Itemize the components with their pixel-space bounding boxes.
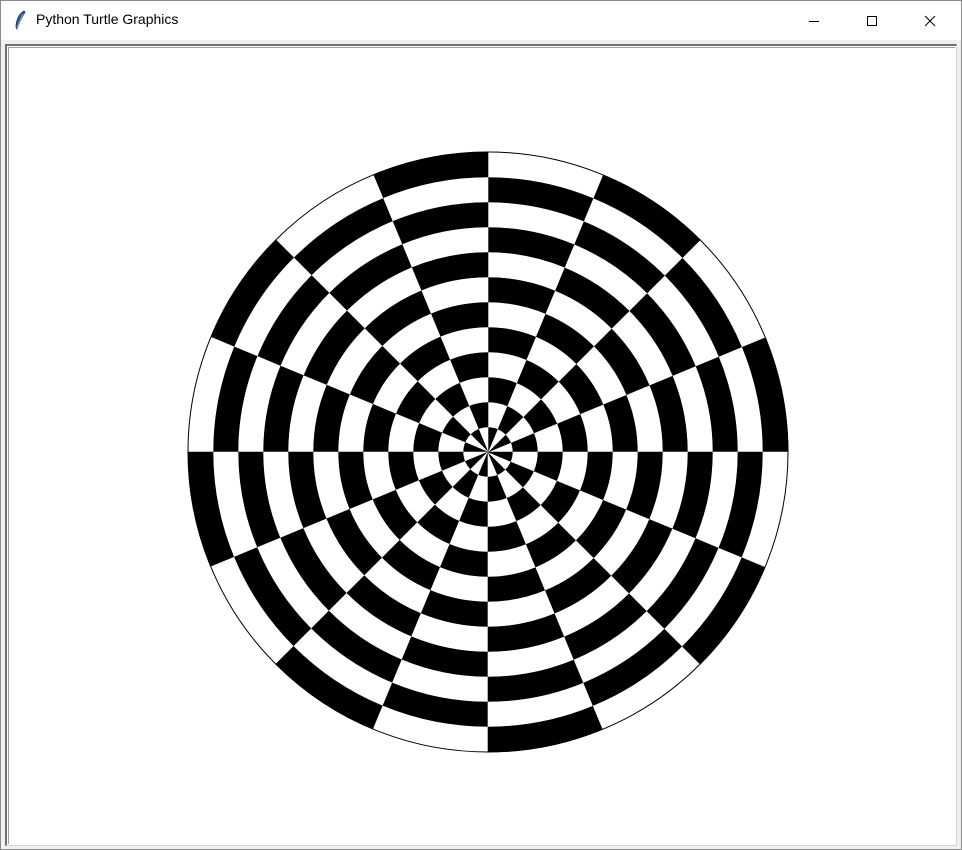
turtle-canvas[interactable] (8, 47, 955, 844)
maximize-icon (867, 15, 877, 26)
feather-icon (13, 10, 27, 31)
turtle-window: Python Turtle Graphics (0, 0, 962, 850)
maximize-button[interactable] (849, 1, 895, 40)
minimize-icon (809, 20, 819, 22)
title-bar[interactable]: Python Turtle Graphics (1, 1, 961, 40)
minimize-button[interactable] (791, 1, 837, 40)
window-title: Python Turtle Graphics (36, 11, 179, 27)
turtle-canvas-frame (5, 44, 957, 846)
close-button[interactable] (907, 1, 953, 40)
checkerboard-circle-drawing (187, 151, 789, 753)
close-icon (924, 15, 936, 26)
